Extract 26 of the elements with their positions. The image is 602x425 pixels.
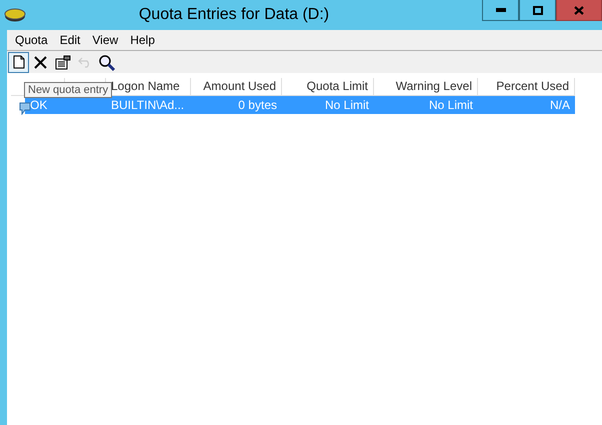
new-document-icon [12, 55, 24, 69]
window-title: Quota Entries for Data (D:) [138, 6, 330, 24]
new-button[interactable] [8, 52, 29, 72]
table-cell-text: No Limit [324, 97, 370, 114]
menu-item[interactable]: Help [124, 31, 161, 49]
table-cell-text: 0 bytes [237, 97, 278, 114]
table-cell-text: N/A [548, 97, 571, 114]
delete-icon [34, 56, 47, 68]
status-icon [19, 101, 31, 115]
menu-item[interactable]: Edit [54, 31, 86, 49]
table-cell-text: OK [29, 97, 48, 114]
undo-icon [78, 56, 92, 68]
tooltip: New quota entry [24, 82, 112, 98]
minimize-button[interactable] [482, 0, 519, 21]
maximize-icon [532, 6, 542, 14]
table-cell-text: BUILTIN\Ad... [110, 97, 186, 114]
table-cell-text: No Limit [428, 97, 474, 114]
menu-item[interactable]: View [86, 31, 124, 49]
search-icon [98, 54, 115, 70]
maximize-button[interactable] [519, 0, 556, 21]
menu-item[interactable]: Quota [9, 31, 54, 49]
disk-icon [4, 8, 26, 22]
close-icon [574, 6, 584, 14]
properties-icon [54, 54, 70, 70]
close-button[interactable] [556, 0, 602, 21]
minimize-icon [496, 8, 506, 12]
